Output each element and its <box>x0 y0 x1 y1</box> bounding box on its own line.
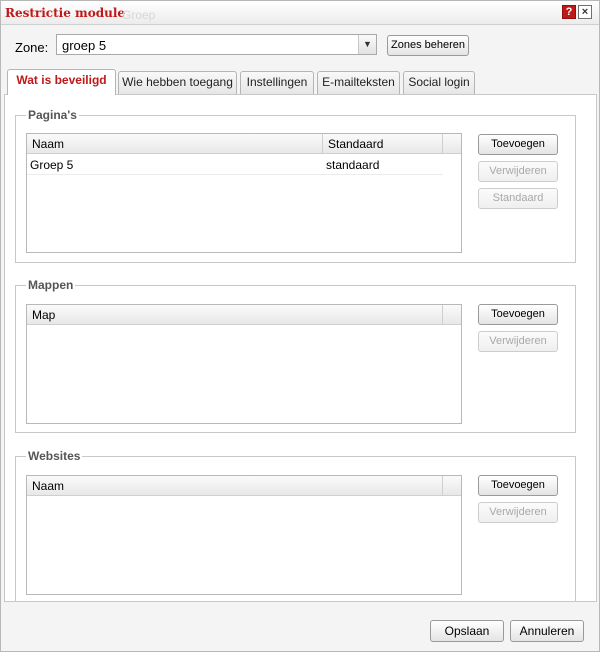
pages-default-button[interactable]: Standaard <box>478 188 558 209</box>
restriction-dialog: Restrictie module Groep ? × Zone: groep … <box>0 0 600 652</box>
tab-e-mailteksten[interactable]: E-mailteksten <box>317 71 400 94</box>
manage-zones-button[interactable]: Zones beheren <box>387 35 469 56</box>
tab-content-panel: Pagina's Naam Standaard Groep 5 standaar… <box>4 94 597 602</box>
close-icon[interactable]: × <box>578 5 592 19</box>
websites-remove-button[interactable]: Verwijderen <box>478 502 558 523</box>
websites-grid[interactable]: Naam <box>26 475 462 595</box>
folders-section-title: Mappen <box>26 278 76 292</box>
cell-naam: Groep 5 <box>30 158 74 172</box>
pages-grid[interactable]: Naam Standaard Groep 5 standaard <box>26 133 462 253</box>
folders-grid[interactable]: Map <box>26 304 462 424</box>
help-icon[interactable]: ? <box>562 5 576 19</box>
title-bar[interactable]: Restrictie module Groep ? × <box>1 1 599 25</box>
pages-grid-header: Naam Standaard <box>27 134 461 154</box>
folders-section: Mappen Map Toevoegen Verwijderen <box>15 278 576 433</box>
zone-label: Zone: <box>15 40 49 55</box>
zone-select[interactable]: groep 5 ▼ <box>56 34 377 55</box>
pages-section: Pagina's Naam Standaard Groep 5 standaar… <box>15 108 576 263</box>
websites-add-button[interactable]: Toevoegen <box>478 475 558 496</box>
zone-selected-value: groep 5 <box>62 38 107 53</box>
tab-wie-hebben-toegang[interactable]: Wie hebben toegang <box>118 71 237 94</box>
column-header-naam[interactable]: Naam <box>27 476 443 496</box>
column-header-naam[interactable]: Naam <box>27 134 323 154</box>
tab-instellingen[interactable]: Instellingen <box>240 71 314 94</box>
tab-bar: Wat is beveiligd Wie hebben toegang Inst… <box>1 69 599 95</box>
websites-section: Websites Naam Toevoegen Verwijderen <box>15 449 576 602</box>
dialog-footer: Opslaan Annuleren <box>1 605 599 651</box>
websites-section-title: Websites <box>26 449 83 463</box>
websites-grid-header: Naam <box>27 476 461 496</box>
table-row[interactable]: Groep 5 standaard <box>27 155 443 175</box>
cell-standaard: standaard <box>326 158 380 172</box>
background-window-title: Groep <box>122 8 156 22</box>
folders-add-button[interactable]: Toevoegen <box>478 304 558 325</box>
chevron-down-icon[interactable]: ▼ <box>358 35 376 54</box>
column-header-standaard[interactable]: Standaard <box>323 134 443 154</box>
tab-social-login[interactable]: Social login <box>403 71 475 94</box>
cancel-button[interactable]: Annuleren <box>510 620 584 642</box>
dialog-title: Restrictie module <box>5 6 126 20</box>
column-header-map[interactable]: Map <box>27 305 443 325</box>
folders-remove-button[interactable]: Verwijderen <box>478 331 558 352</box>
pages-section-title: Pagina's <box>26 108 79 122</box>
save-button[interactable]: Opslaan <box>430 620 504 642</box>
tab-wat-is-beveiligd[interactable]: Wat is beveiligd <box>7 69 116 95</box>
pages-remove-button[interactable]: Verwijderen <box>478 161 558 182</box>
folders-grid-header: Map <box>27 305 461 325</box>
pages-add-button[interactable]: Toevoegen <box>478 134 558 155</box>
